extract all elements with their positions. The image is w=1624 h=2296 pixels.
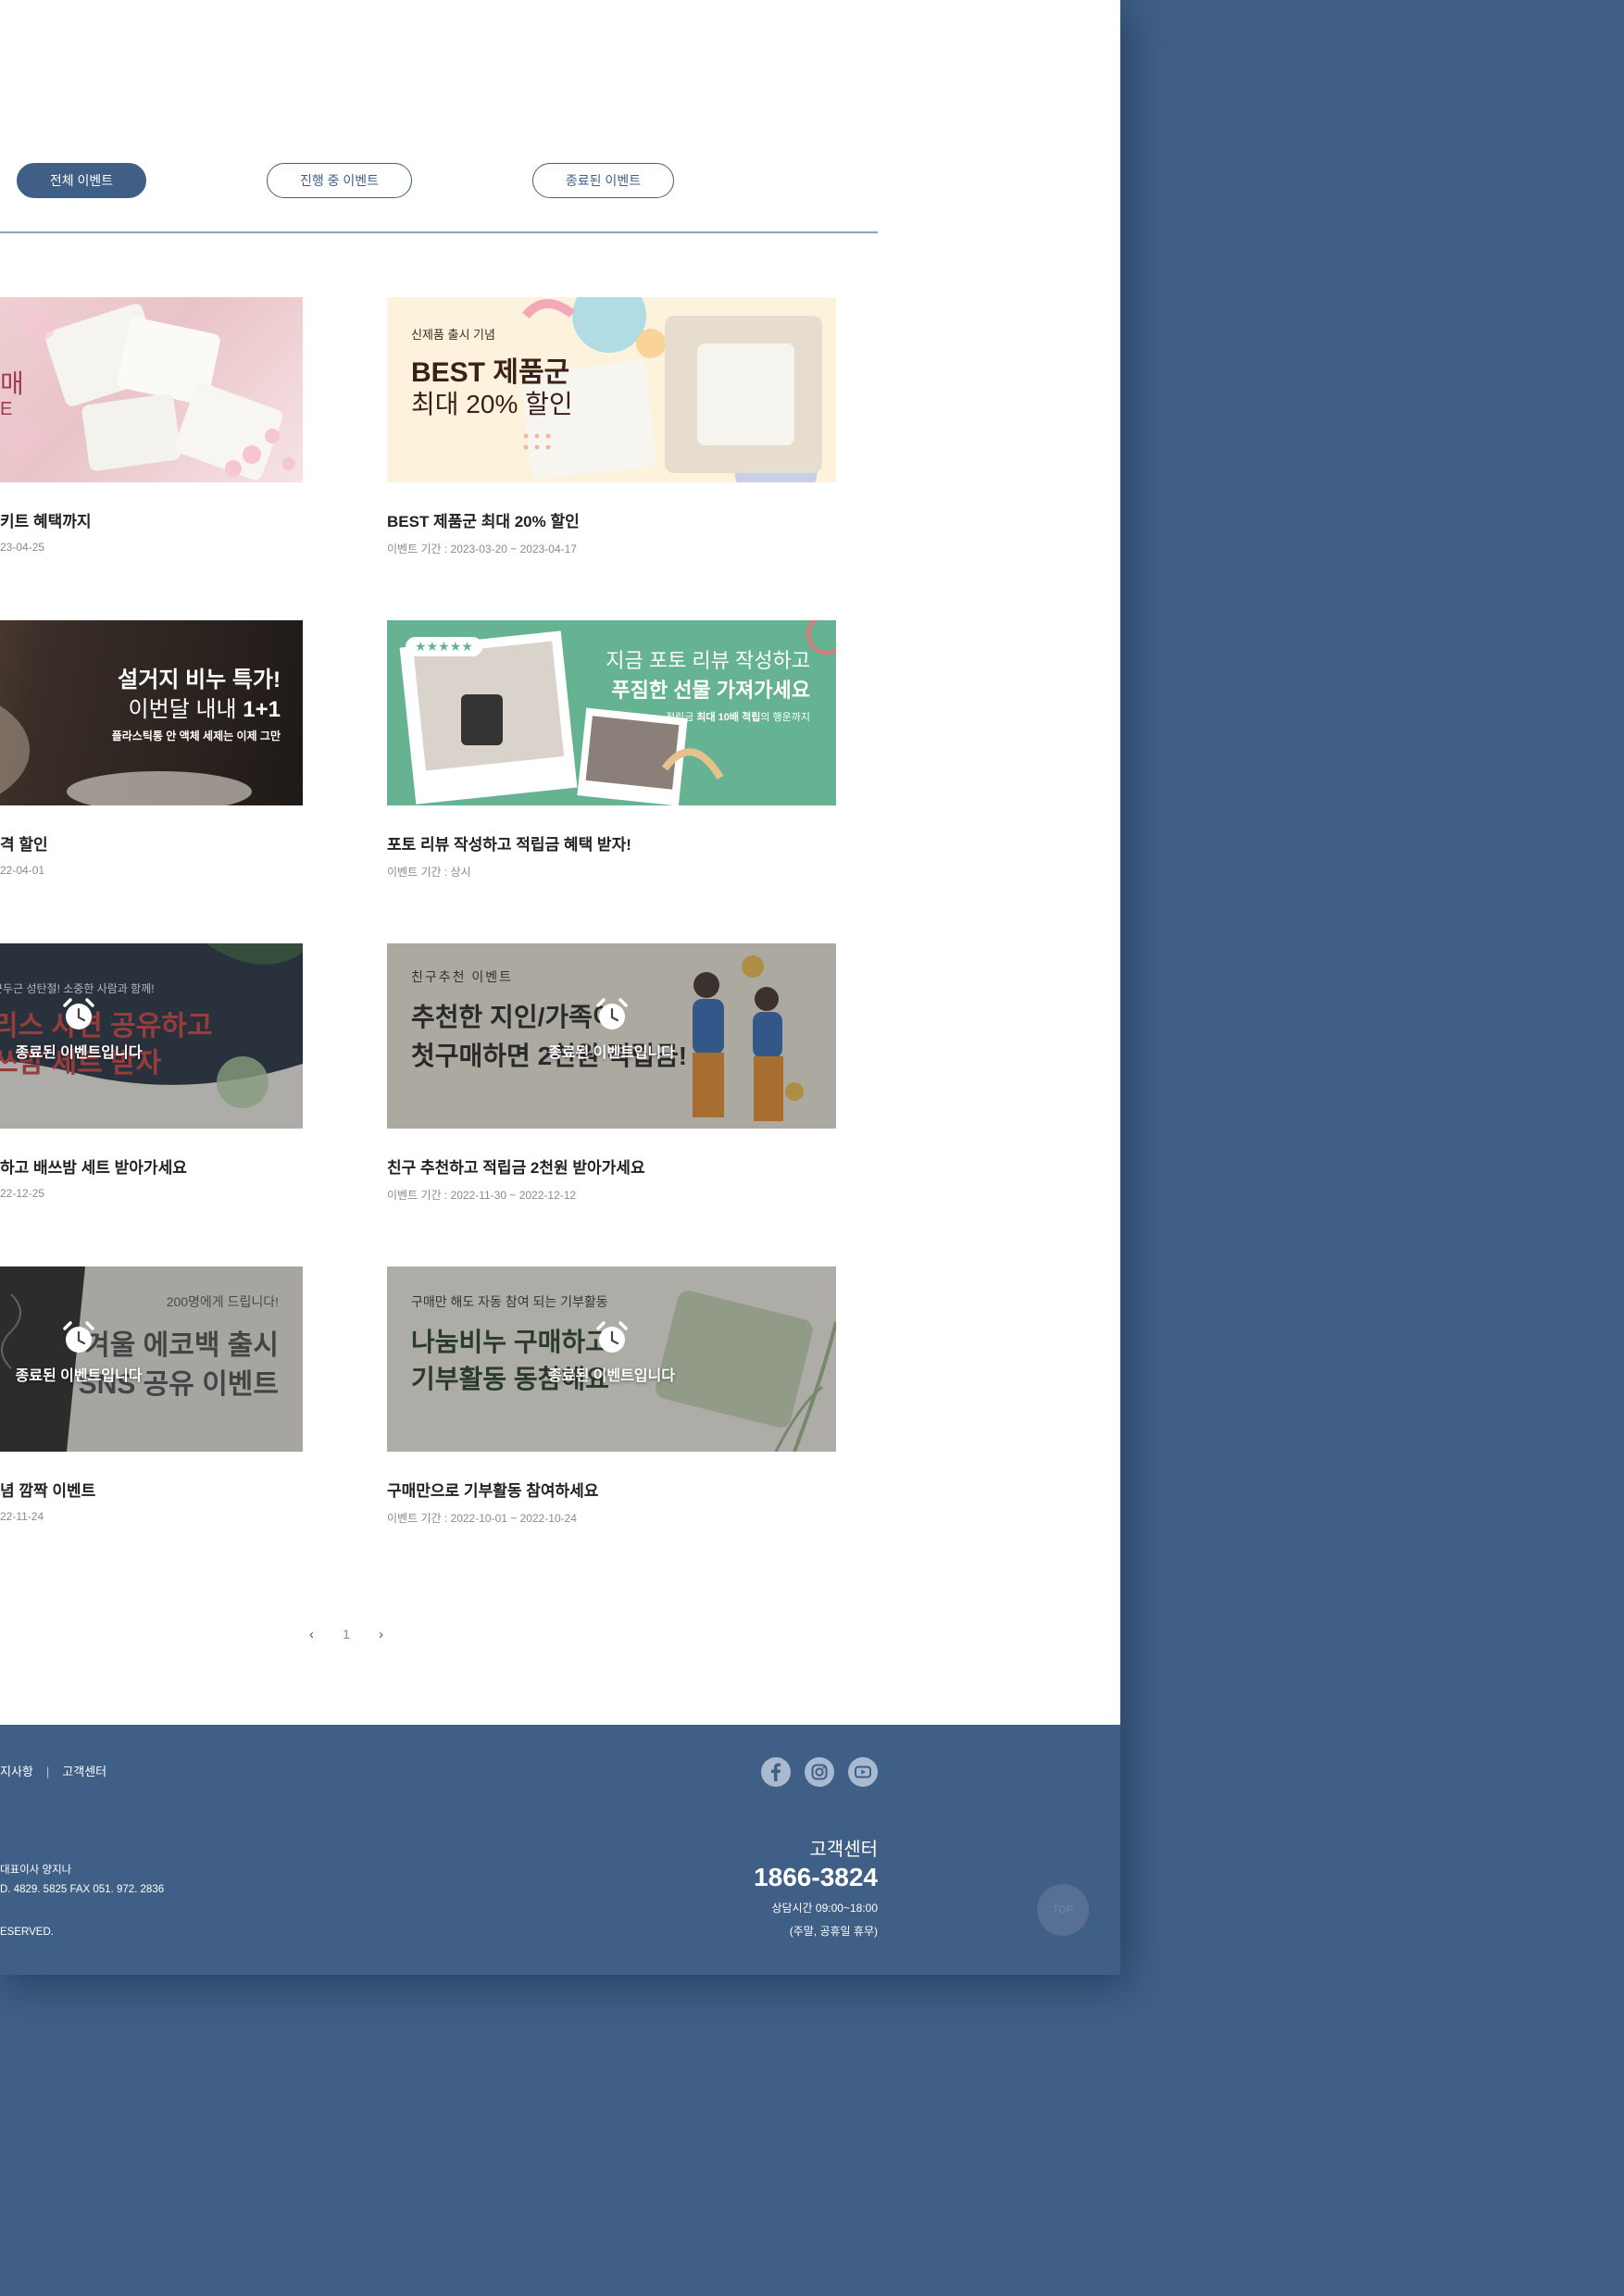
soap-illustration bbox=[0, 304, 295, 480]
company-info: 대표이사 양지나 bbox=[0, 1865, 72, 1876]
alarm-clock-icon bbox=[595, 998, 628, 1029]
facebook-icon[interactable] bbox=[761, 1757, 791, 1787]
banner-subheadline-text: 이번달 내내 bbox=[128, 697, 244, 722]
event-card[interactable]: 구매만 해도 자동 참여 되는 기부활동 나눔비누 구매하고 기부활동 동참해요… bbox=[387, 1267, 836, 1526]
stars-badge: ★★★★★ bbox=[406, 637, 482, 656]
banner-headline: 설거지 비누 특가! bbox=[118, 668, 281, 693]
event-filter-tabs: 전체 이벤트 진행 중 이벤트 종료된 이벤트 bbox=[17, 163, 878, 200]
social-links bbox=[761, 1757, 878, 1787]
site-footer: 지사항 | 고객센터 대표이사 양지나 D. 4829. 5825 FAX 051.… bbox=[0, 1725, 1120, 1975]
banner-subheadline-bold: 1+1 bbox=[243, 697, 281, 722]
banner-note: 적립금 최대 10배 적립의 행운까지 bbox=[666, 709, 810, 724]
event-card[interactable]: 근두근 성탄절! 소중한 사람과 함께! 리스 사연 공유하고 쓰밤 세트 받자… bbox=[0, 943, 303, 1200]
pagination: ‹ 1 › bbox=[309, 1623, 383, 1645]
event-period: 이벤트 기간 : 상시 bbox=[387, 866, 471, 879]
footer-links: 지사항 | 고객센터 bbox=[0, 1762, 106, 1779]
copyright: ESERVED. bbox=[0, 1927, 54, 1938]
alarm-clock-icon bbox=[63, 998, 94, 1029]
ended-overlay: 종료된 이벤트입니다 bbox=[387, 1267, 836, 1452]
event-period: 이벤트 기간 : 2022-11-30 ~ 2022-12-12 bbox=[387, 1189, 577, 1202]
tab-ongoing-events[interactable]: 진행 중 이벤트 bbox=[267, 163, 412, 198]
event-period: 23-04-25 bbox=[0, 541, 45, 554]
customer-center-hours: 상담시간 09:00~18:00 bbox=[771, 1902, 878, 1915]
footer-link-separator: | bbox=[45, 1765, 50, 1778]
event-period: 22-04-01 bbox=[0, 864, 45, 877]
banner-subheadline: 최대 20% 할인 bbox=[411, 390, 573, 418]
banner-subheadline: 이번달 내내 1+1 bbox=[129, 691, 281, 723]
banner-eyebrow: 신제품 출시 기념 bbox=[411, 328, 495, 342]
company-contact: D. 4829. 5825 FAX 051. 972. 2836 bbox=[0, 1884, 165, 1895]
footer-link-notice[interactable]: 지사항 bbox=[0, 1765, 33, 1778]
event-banner[interactable]: 친구추천 이벤트 추천한 지인/가족이 첫구매하면 2천원 적립금! 종료된 이… bbox=[387, 943, 836, 1129]
ended-overlay: 종료된 이벤트입니다 bbox=[387, 943, 836, 1129]
event-title[interactable]: BEST 제품군 최대 20% 할인 bbox=[387, 508, 836, 531]
instagram-icon[interactable] bbox=[805, 1757, 834, 1787]
event-banner[interactable]: 매 E bbox=[0, 297, 303, 482]
event-banner[interactable]: 근두근 성탄절! 소중한 사람과 함께! 리스 사연 공유하고 쓰밤 세트 받자… bbox=[0, 943, 303, 1129]
banner-headline: 푸짐한 선물 가져가세요 bbox=[611, 679, 810, 702]
event-card[interactable]: 친구추천 이벤트 추천한 지인/가족이 첫구매하면 2천원 적립금! 종료된 이… bbox=[387, 943, 836, 1203]
event-title[interactable]: 격 할인 bbox=[0, 831, 303, 855]
banner-note-bold: 최대 10배 적립 bbox=[696, 712, 761, 723]
scroll-top-button[interactable]: TOP bbox=[1037, 1884, 1089, 1936]
page-number[interactable]: 1 bbox=[343, 1627, 350, 1641]
customer-center-phone[interactable]: 1866-3824 bbox=[754, 1863, 878, 1892]
ended-overlay: 종료된 이벤트입니다 bbox=[0, 943, 303, 1129]
event-period: 22-12-25 bbox=[0, 1187, 45, 1200]
ended-label: 종료된 이벤트입니다 bbox=[15, 1368, 143, 1384]
event-card[interactable]: 설거지 비누 특가! 이번달 내내 1+1 플라스틱통 안 액체 세제는 이제 … bbox=[0, 620, 303, 877]
event-card[interactable]: 매 E 키트 혜택까지 23-04-25 bbox=[0, 297, 303, 554]
star-rating-icon: ★★★★★ bbox=[415, 639, 473, 654]
ended-label: 종료된 이벤트입니다 bbox=[15, 1045, 143, 1061]
event-banner[interactable]: 구매만 해도 자동 참여 되는 기부활동 나눔비누 구매하고 기부활동 동참해요… bbox=[387, 1267, 836, 1452]
event-title[interactable]: 키트 혜택까지 bbox=[0, 508, 303, 531]
tab-all-events[interactable]: 전체 이벤트 bbox=[17, 163, 146, 198]
banner-note-text: 의 행운까지 bbox=[760, 712, 810, 723]
banner-headline: 지금 포토 리뷰 작성하고 bbox=[606, 649, 810, 672]
youtube-icon[interactable] bbox=[848, 1757, 878, 1787]
banner-text: 매 bbox=[0, 369, 24, 398]
ended-overlay: 종료된 이벤트입니다 bbox=[0, 1267, 303, 1452]
event-card[interactable]: 신제품 출시 기념 BEST 제품군 최대 20% 할인 BEST 제품군 최대… bbox=[387, 297, 836, 556]
event-banner[interactable]: ★★★★★ 지금 포토 리뷰 작성하고 푸짐한 선물 가져가세요 적립금 최대 … bbox=[387, 620, 836, 805]
event-banner[interactable]: 신제품 출시 기념 BEST 제품군 최대 20% 할인 bbox=[387, 297, 836, 482]
event-card[interactable]: ★★★★★ 지금 포토 리뷰 작성하고 푸짐한 선물 가져가세요 적립금 최대 … bbox=[387, 620, 836, 880]
event-title[interactable]: 구매만으로 기부활동 참여하세요 bbox=[387, 1478, 836, 1501]
event-banner[interactable]: 200명에게 드립니다! 겨울 에코백 출시 SNS 공유 이벤트 종료된 이벤… bbox=[0, 1267, 303, 1452]
event-page: 전체 이벤트 진행 중 이벤트 종료된 이벤트 매 E 키트 혜택까지 23-0… bbox=[0, 0, 1120, 1975]
next-page-icon[interactable]: › bbox=[379, 1627, 383, 1642]
banner-note: 플라스틱통 안 액체 세제는 이제 그만 bbox=[111, 730, 281, 742]
customer-center-closed: (주말, 공휴일 휴무) bbox=[789, 1925, 878, 1938]
event-banner[interactable]: 설거지 비누 특가! 이번달 내내 1+1 플라스틱통 안 액체 세제는 이제 … bbox=[0, 620, 303, 805]
banner-note-text: 적립금 bbox=[665, 712, 697, 723]
event-title[interactable]: 포토 리뷰 작성하고 적립금 혜택 받자! bbox=[387, 831, 836, 855]
event-title[interactable]: 친구 추천하고 적립금 2천원 받아가세요 bbox=[387, 1154, 836, 1178]
alarm-clock-icon bbox=[63, 1321, 94, 1353]
customer-center-title: 고객센터 bbox=[809, 1840, 878, 1860]
tabs-divider bbox=[0, 231, 878, 233]
tab-ended-events[interactable]: 종료된 이벤트 bbox=[532, 163, 674, 198]
event-period: 이벤트 기간 : 2022-10-01 ~ 2022-10-24 bbox=[387, 1512, 577, 1525]
event-period: 이벤트 기간 : 2023-03-20 ~ 2023-04-17 bbox=[387, 543, 577, 555]
footer-link-customer-center[interactable]: 고객센터 bbox=[62, 1765, 106, 1778]
ended-label: 종료된 이벤트입니다 bbox=[548, 1368, 675, 1384]
prev-page-icon[interactable]: ‹ bbox=[309, 1627, 314, 1642]
event-title[interactable]: 하고 배쓰밤 세트 받아가세요 bbox=[0, 1154, 303, 1178]
event-period: 22-11-24 bbox=[0, 1510, 44, 1523]
event-card[interactable]: 200명에게 드립니다! 겨울 에코백 출시 SNS 공유 이벤트 종료된 이벤… bbox=[0, 1267, 303, 1523]
banner-text: E bbox=[0, 399, 13, 419]
alarm-clock-icon bbox=[595, 1321, 628, 1353]
customer-center: 고객센터 1866-3824 상담시간 09:00~18:00 (주말, 공휴일… bbox=[754, 1834, 878, 1939]
ended-label: 종료된 이벤트입니다 bbox=[548, 1045, 675, 1061]
event-title[interactable]: 념 깜짝 이벤트 bbox=[0, 1478, 303, 1501]
